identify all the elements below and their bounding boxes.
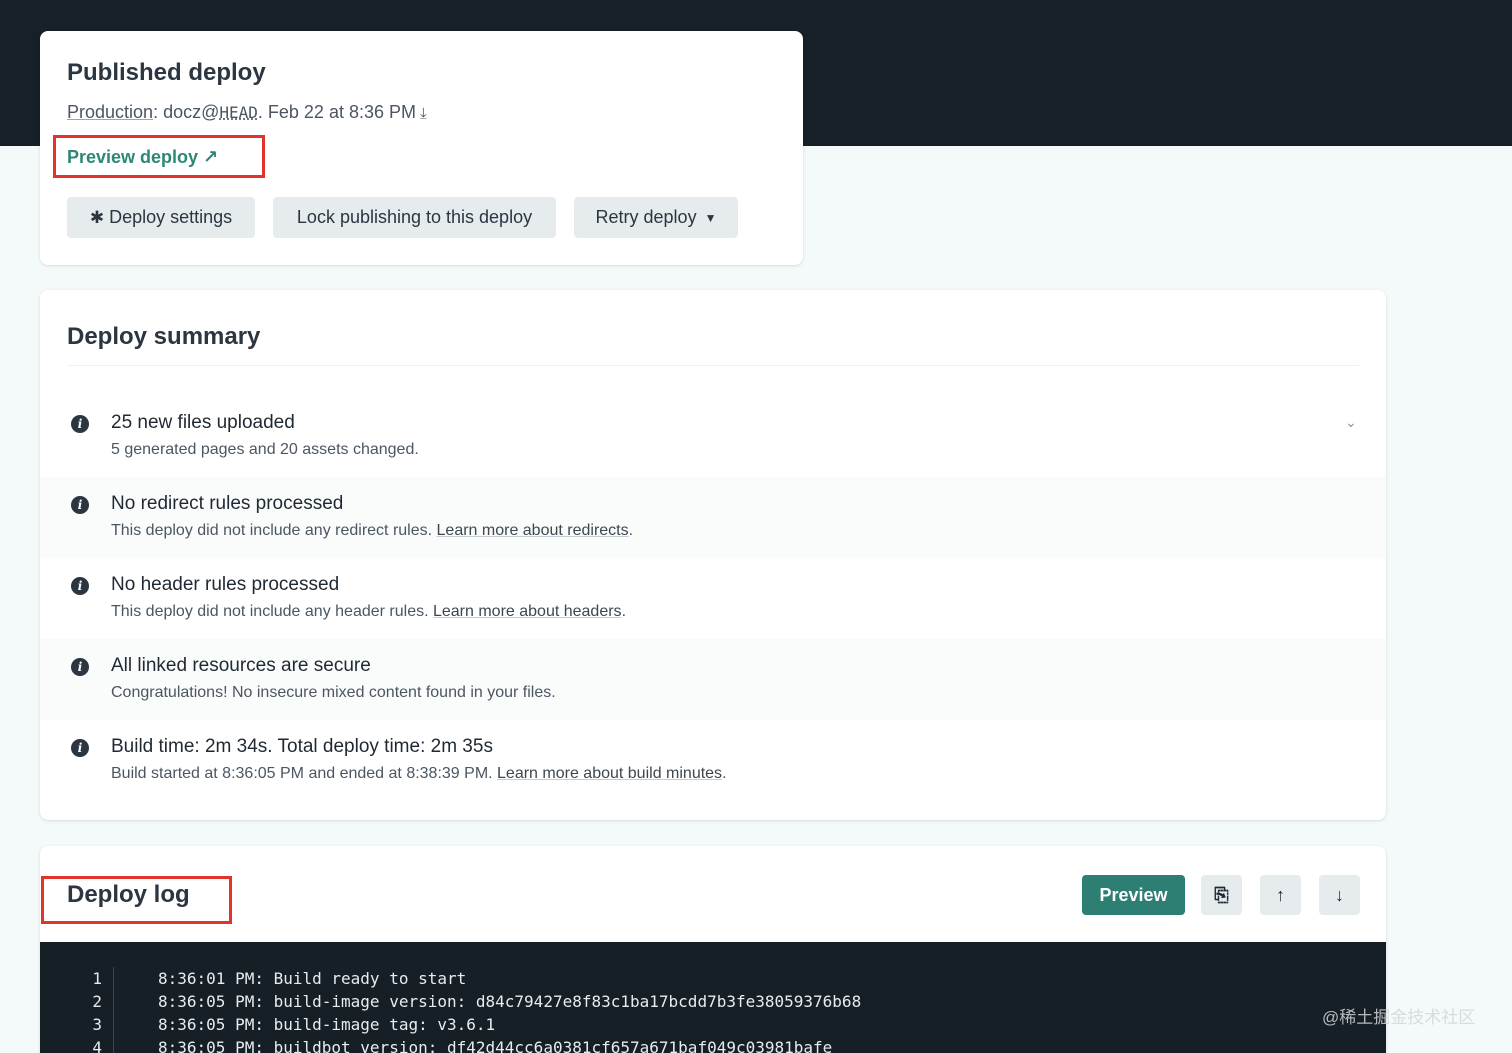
line-number: 3: [92, 1015, 102, 1034]
branch-label: docz@: [163, 102, 220, 122]
deploy-summary-card: Deploy summary i 25 new files uploaded 5…: [40, 290, 1386, 820]
line-text: 8:36:05 PM: buildbot version: df42d44cc6…: [158, 1038, 833, 1053]
summary-item: i All linked resources are secure Congra…: [40, 639, 1386, 720]
deploy-log-card: Deploy log Preview ⎘ ↑ ↓ 1 8:36:01 PM: B…: [40, 846, 1386, 1053]
deploy-log-title: Deploy log: [67, 881, 190, 908]
line-number: 2: [92, 992, 102, 1011]
scroll-top-button[interactable]: ↑: [1260, 875, 1301, 915]
learn-more-build-minutes-link[interactable]: Learn more about build minutes: [497, 765, 722, 782]
log-line: 4 8:36:05 PM: buildbot version: df42d44c…: [40, 1038, 1386, 1053]
line-number: 1: [92, 969, 102, 988]
published-deploy-card: Published deploy Production: docz@HEAD. …: [40, 31, 803, 265]
lock-publishing-button[interactable]: Lock publishing to this deploy: [273, 197, 556, 238]
info-icon: i: [71, 415, 89, 433]
learn-more-redirects-link[interactable]: Learn more about redirects: [437, 522, 629, 539]
line-number: 4: [92, 1038, 102, 1053]
preview-deploy-link[interactable]: Preview deploy ↗: [67, 147, 218, 168]
copy-log-button[interactable]: ⎘: [1201, 875, 1242, 915]
line-text: 8:36:01 PM: Build ready to start: [158, 969, 467, 988]
preview-button[interactable]: Preview: [1082, 875, 1185, 915]
deploy-settings-button[interactable]: ✱ Deploy settings: [67, 197, 255, 238]
commit-ref[interactable]: HEAD: [219, 103, 258, 122]
log-output[interactable]: 1 8:36:01 PM: Build ready to start 2 8:3…: [40, 942, 1386, 1053]
summary-item: i No redirect rules processed This deplo…: [40, 477, 1386, 558]
download-icon[interactable]: ⤓: [420, 105, 427, 122]
info-icon: i: [71, 496, 89, 514]
info-icon: i: [71, 739, 89, 757]
watermark: @稀土掘金技术社区: [1322, 1008, 1476, 1027]
log-line: 1 8:36:01 PM: Build ready to start: [40, 969, 1386, 992]
info-icon: i: [71, 658, 89, 676]
chevron-down-icon: ▼: [704, 210, 717, 225]
arrow-down-icon: ↓: [1335, 884, 1344, 905]
learn-more-headers-link[interactable]: Learn more about headers: [433, 603, 622, 620]
arrow-up-icon: ↑: [1276, 884, 1285, 905]
gear-icon: ✱: [89, 207, 105, 227]
chevron-down-icon[interactable]: ⌄: [1345, 414, 1357, 431]
deploy-summary-title: Deploy summary: [67, 323, 261, 350]
log-line: 3 8:36:05 PM: build-image tag: v3.6.1: [40, 1015, 1386, 1038]
summary-item: i 25 new files uploaded 5 generated page…: [40, 396, 1386, 477]
log-line: 2 8:36:05 PM: build-image version: d84c7…: [40, 992, 1386, 1015]
published-deploy-title: Published deploy: [67, 59, 266, 86]
deploy-date: . Feb 22 at 8:36 PM: [257, 102, 416, 122]
scroll-bottom-button[interactable]: ↓: [1319, 875, 1360, 915]
retry-deploy-button[interactable]: Retry deploy ▼: [574, 197, 738, 238]
production-link[interactable]: Production: [67, 102, 153, 122]
deploy-meta: Production: docz@HEAD. Feb 22 at 8:36 PM…: [67, 102, 427, 122]
summary-item: i Build time: 2m 34s. Total deploy time:…: [40, 720, 1386, 801]
line-text: 8:36:05 PM: build-image tag: v3.6.1: [158, 1015, 496, 1034]
summary-item: i No header rules processed This deploy …: [40, 558, 1386, 639]
info-icon: i: [71, 577, 89, 595]
line-text: 8:36:05 PM: build-image version: d84c794…: [158, 992, 862, 1011]
clipboard-icon: ⎘: [1214, 884, 1229, 905]
divider: [67, 365, 1359, 366]
